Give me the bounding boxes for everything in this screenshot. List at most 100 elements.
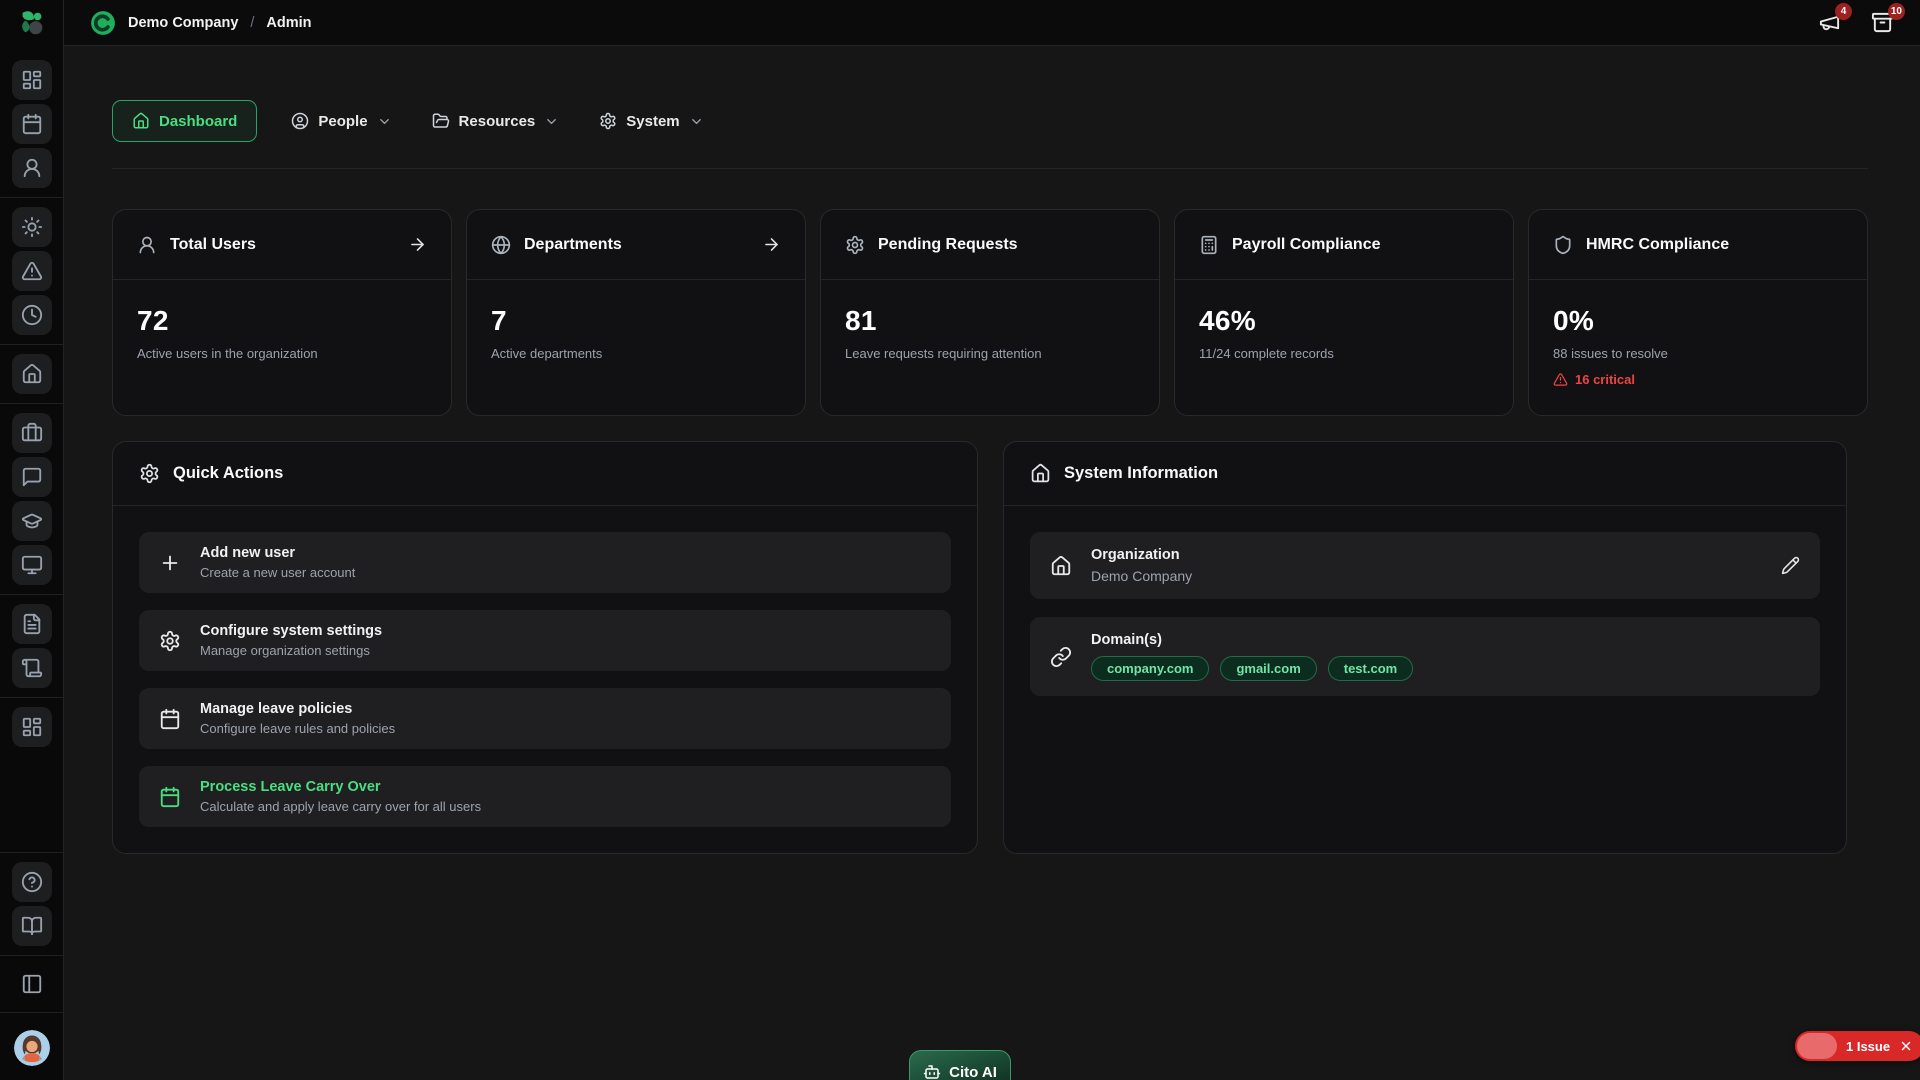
domain-pills: company.com gmail.com test.com [1091, 656, 1413, 681]
sidebar-item-calendar[interactable] [12, 104, 52, 144]
sidebar-item-appearance[interactable] [12, 207, 52, 247]
user-icon [21, 157, 43, 179]
panels-row: Quick Actions Add new user Create a new … [112, 441, 1868, 854]
divider [0, 955, 63, 956]
tab-resources[interactable]: Resources [426, 101, 566, 141]
sidebar-item-dashboard[interactable] [12, 60, 52, 100]
sidebar [0, 0, 64, 1080]
calculator-icon [1199, 235, 1219, 255]
file-text-icon [21, 613, 43, 635]
domain-pill: test.com [1328, 656, 1413, 681]
stat-card-payroll-compliance: Payroll Compliance 46% 11/24 complete re… [1174, 209, 1514, 416]
stat-card-title: Payroll Compliance [1232, 236, 1381, 254]
user-avatar[interactable] [14, 1030, 50, 1066]
tab-people[interactable]: People [285, 101, 397, 141]
action-text: Add new user Create a new user account [200, 545, 355, 580]
issue-count-label: 1 Issue [1846, 1039, 1890, 1054]
tab-system[interactable]: System [593, 101, 709, 141]
domain-pill: gmail.com [1220, 656, 1316, 681]
sidebar-item-payroll[interactable] [12, 648, 52, 688]
inbox-button[interactable]: 10 [1871, 11, 1894, 34]
announcements-button[interactable]: 4 [1818, 11, 1841, 34]
chevron-down-icon [544, 114, 559, 129]
stat-card-title: Pending Requests [878, 236, 1018, 254]
shield-icon [1553, 235, 1573, 255]
breadcrumb-company[interactable]: Demo Company [128, 15, 238, 31]
sidebar-item-home[interactable] [12, 354, 52, 394]
sidebar-item-apps[interactable] [12, 707, 52, 747]
sidebar-item-documents[interactable] [12, 604, 52, 644]
sidebar-item-learning[interactable] [12, 501, 52, 541]
action-process-leave-carry-over[interactable]: Process Leave Carry Over Calculate and a… [139, 766, 951, 827]
edit-organization-button[interactable] [1781, 556, 1800, 575]
cito-ai-button[interactable]: Cito AI [909, 1050, 1011, 1080]
sidebar-item-workspace[interactable] [12, 413, 52, 453]
book-open-icon [21, 915, 43, 937]
action-configure-system-settings[interactable]: Configure system settings Manage organiz… [139, 610, 951, 671]
divider [0, 594, 63, 595]
system-information-body: Organization Demo Company Domain(s) [1004, 506, 1846, 740]
sidebar-item-devices[interactable] [12, 545, 52, 585]
tab-label: Dashboard [159, 113, 237, 130]
action-description: Create a new user account [200, 565, 355, 580]
action-add-new-user[interactable]: Add new user Create a new user account [139, 532, 951, 593]
sidebar-item-alerts[interactable] [12, 251, 52, 291]
alert-triangle-icon [21, 260, 43, 282]
panel-left-icon [21, 973, 43, 995]
close-icon[interactable] [1899, 1039, 1913, 1053]
sidebar-item-messages[interactable] [12, 457, 52, 497]
home-icon [1030, 463, 1051, 484]
issue-notification-pill[interactable]: 1 Issue [1795, 1031, 1920, 1061]
tab-label: Resources [459, 113, 536, 130]
help-circle-icon [21, 871, 43, 893]
domain-pill: company.com [1091, 656, 1209, 681]
stat-value: 81 [845, 305, 1135, 337]
stat-card-title: Departments [524, 236, 622, 254]
tab-dashboard[interactable]: Dashboard [112, 100, 257, 142]
sun-icon [21, 216, 43, 238]
panel-title: System Information [1064, 464, 1218, 483]
home-icon [21, 363, 43, 385]
sidebar-item-help[interactable] [12, 862, 52, 902]
stat-value: 0% [1553, 305, 1843, 337]
avatar-image [14, 1030, 50, 1066]
departments-link[interactable] [762, 235, 781, 254]
breadcrumb: Demo Company / Admin [90, 10, 312, 36]
action-text: Manage leave policies Configure leave ru… [200, 701, 395, 736]
stat-card-body: 81 Leave requests requiring attention [821, 280, 1159, 389]
sidebar-item-time[interactable] [12, 295, 52, 335]
sidebar-collapse-toggle[interactable] [15, 967, 49, 1001]
total-users-link[interactable] [408, 235, 427, 254]
sidebar-bottom [0, 845, 63, 1080]
action-manage-leave-policies[interactable]: Manage leave policies Configure leave ru… [139, 688, 951, 749]
stat-card-total-users: Total Users 72 Active users in the organ… [112, 209, 452, 416]
quick-actions-header: Quick Actions [113, 442, 977, 506]
chevron-down-icon [689, 114, 704, 129]
divider [0, 852, 63, 853]
stat-description: Leave requests requiring attention [845, 346, 1135, 361]
sidebar-item-docs[interactable] [12, 906, 52, 946]
home-icon [132, 112, 150, 130]
content: Dashboard People Resources System [64, 46, 1920, 1080]
app-logo[interactable] [0, 0, 63, 46]
issue-indicator-dot [1797, 1033, 1837, 1059]
action-title: Process Leave Carry Over [200, 779, 481, 795]
gear-icon [139, 463, 160, 484]
divider [0, 344, 63, 345]
stat-description: Active users in the organization [137, 346, 427, 361]
stat-card-pending-requests: Pending Requests 81 Leave requests requi… [820, 209, 1160, 416]
home-icon [1050, 555, 1072, 577]
alert-triangle-icon [1553, 372, 1568, 387]
gear-icon [845, 235, 865, 255]
action-description: Calculate and apply leave carry over for… [200, 799, 481, 814]
logo-icon [17, 8, 47, 38]
stat-value: 72 [137, 305, 427, 337]
company-logo-icon [90, 10, 116, 36]
stat-card-body: 0% 88 issues to resolve 16 critical [1529, 280, 1867, 415]
stat-card-header: Total Users [113, 210, 451, 280]
stat-card-departments: Departments 7 Active departments [466, 209, 806, 416]
sidebar-item-people[interactable] [12, 148, 52, 188]
stat-description: Active departments [491, 346, 781, 361]
stat-card-header: Pending Requests [821, 210, 1159, 280]
gear-icon [599, 112, 617, 130]
